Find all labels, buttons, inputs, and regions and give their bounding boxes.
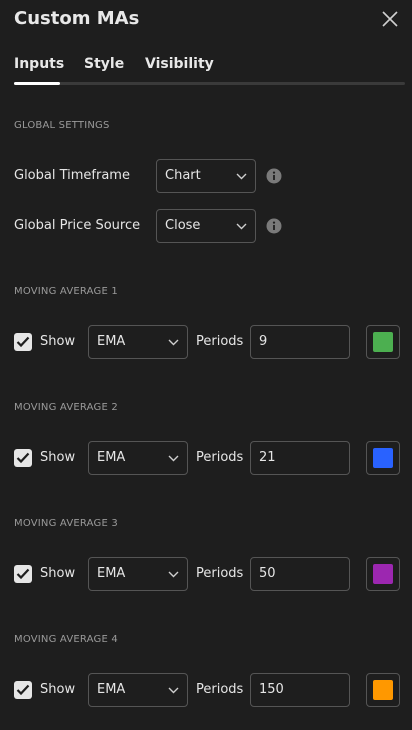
- ma2-show-label: Show: [40, 450, 76, 465]
- section-moving-average-3: MOVING AVERAGE 3: [14, 518, 118, 529]
- check-icon: [16, 452, 30, 464]
- ma1-type-select[interactable]: EMA: [88, 325, 188, 359]
- section-global-settings: GLOBAL SETTINGS: [14, 120, 110, 131]
- ma1-periods-input[interactable]: 9: [250, 325, 350, 359]
- global-price-source-value: Close: [165, 218, 201, 233]
- ma1-periods-label: Periods: [196, 334, 244, 349]
- ma2-type-select[interactable]: EMA: [88, 441, 188, 475]
- tab-track: [14, 82, 405, 85]
- ma4-show-checkbox[interactable]: [14, 681, 32, 699]
- check-icon: [16, 684, 30, 696]
- ma1-color-swatch: [373, 332, 393, 352]
- ma4-type-value: EMA: [97, 682, 126, 697]
- ma4-periods-input[interactable]: 150: [250, 673, 350, 707]
- ma3-color-swatch: [373, 564, 393, 584]
- section-moving-average-1: MOVING AVERAGE 1: [14, 286, 118, 297]
- ma2-periods-value: 21: [259, 450, 276, 465]
- ma1-color-picker[interactable]: [366, 325, 400, 359]
- global-timeframe-label: Global Timeframe: [14, 168, 130, 183]
- tab-inputs[interactable]: Inputs: [14, 56, 64, 72]
- ma3-periods-value: 50: [259, 566, 276, 581]
- tab-visibility[interactable]: Visibility: [145, 56, 214, 72]
- chevron-down-icon: [168, 571, 179, 578]
- check-icon: [16, 568, 30, 580]
- ma3-type-select[interactable]: EMA: [88, 557, 188, 591]
- global-timeframe-value: Chart: [165, 168, 201, 183]
- ma2-show-checkbox[interactable]: [14, 449, 32, 467]
- chevron-down-icon: [168, 455, 179, 462]
- ma2-color-swatch: [373, 448, 393, 468]
- ma4-periods-label: Periods: [196, 682, 244, 697]
- ma1-show-checkbox[interactable]: [14, 333, 32, 351]
- ma1-periods-value: 9: [259, 334, 268, 349]
- ma4-color-swatch: [373, 680, 393, 700]
- ma4-type-select[interactable]: EMA: [88, 673, 188, 707]
- dialog-title: Custom MAs: [14, 8, 140, 29]
- ma1-show-label: Show: [40, 334, 76, 349]
- ma2-periods-input[interactable]: 21: [250, 441, 350, 475]
- ma4-color-picker[interactable]: [366, 673, 400, 707]
- ma2-periods-label: Periods: [196, 450, 244, 465]
- global-price-source-select[interactable]: Close: [156, 209, 256, 243]
- global-timeframe-select[interactable]: Chart: [156, 159, 256, 193]
- ma3-show-label: Show: [40, 566, 76, 581]
- ma3-periods-label: Periods: [196, 566, 244, 581]
- global-price-source-label: Global Price Source: [14, 218, 141, 233]
- chevron-down-icon: [168, 687, 179, 694]
- ma4-show-label: Show: [40, 682, 76, 697]
- ma3-periods-input[interactable]: 50: [250, 557, 350, 591]
- ma2-type-value: EMA: [97, 450, 126, 465]
- ma3-type-value: EMA: [97, 566, 126, 581]
- chevron-down-icon: [236, 223, 247, 230]
- tab-active-indicator: [14, 82, 60, 85]
- ma3-show-checkbox[interactable]: [14, 565, 32, 583]
- ma4-periods-value: 150: [259, 682, 284, 697]
- check-icon: [16, 336, 30, 348]
- ma2-color-picker[interactable]: [366, 441, 400, 475]
- info-icon[interactable]: [266, 218, 282, 234]
- chevron-down-icon: [236, 173, 247, 180]
- section-moving-average-4: MOVING AVERAGE 4: [14, 634, 118, 645]
- section-moving-average-2: MOVING AVERAGE 2: [14, 402, 118, 413]
- ma3-color-picker[interactable]: [366, 557, 400, 591]
- ma1-type-value: EMA: [97, 334, 126, 349]
- tab-style[interactable]: Style: [84, 56, 124, 72]
- chevron-down-icon: [168, 339, 179, 346]
- close-icon[interactable]: [381, 10, 399, 28]
- info-icon[interactable]: [266, 168, 282, 184]
